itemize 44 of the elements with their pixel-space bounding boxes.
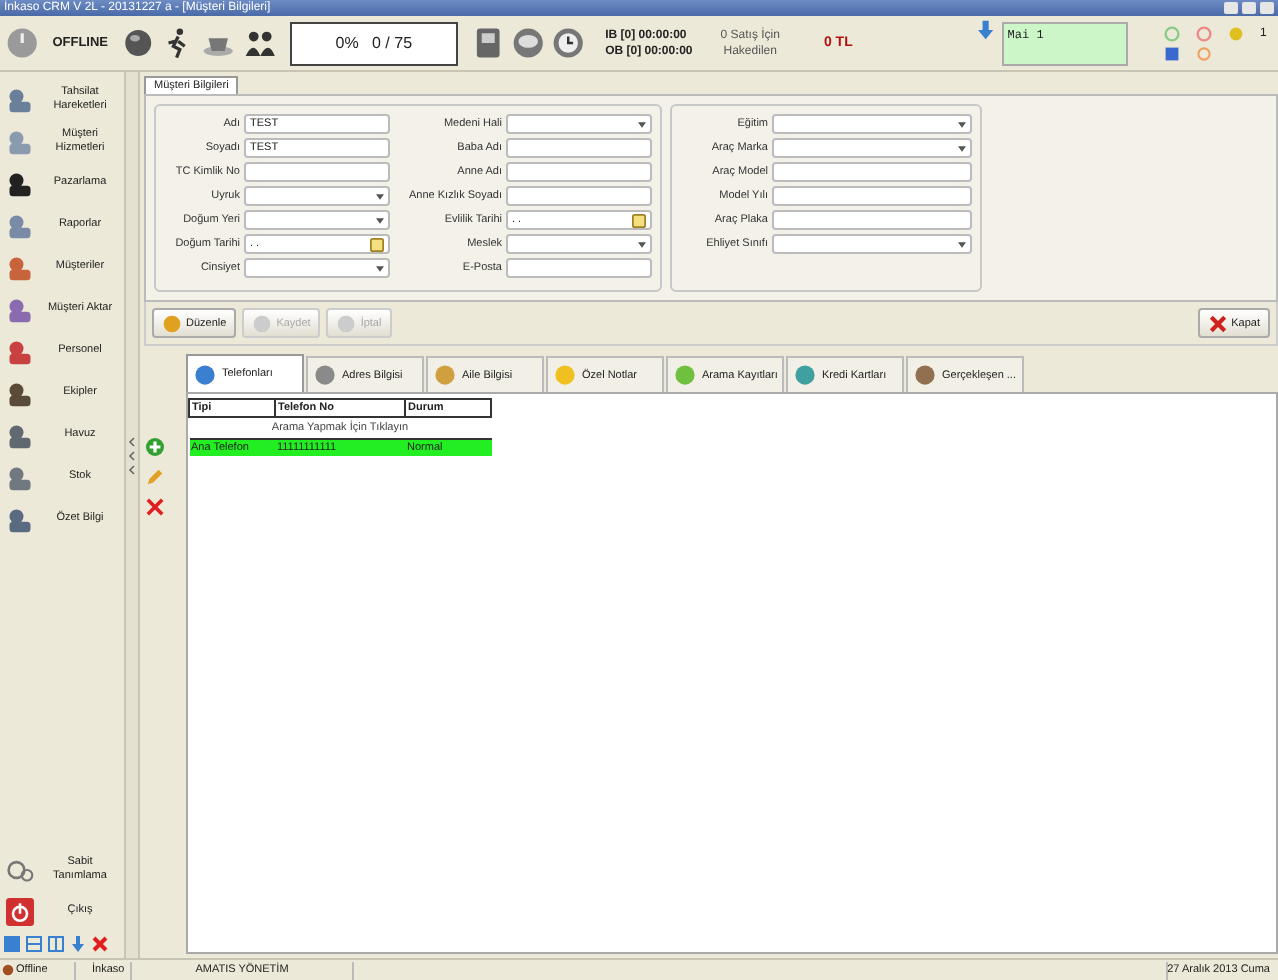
- tile-horizontal-icon[interactable]: [26, 936, 42, 952]
- dropdown-icon: [958, 145, 966, 151]
- coin-icon[interactable]: [1228, 25, 1245, 41]
- dropdown-field[interactable]: [506, 234, 652, 254]
- input-field[interactable]: [506, 162, 652, 182]
- input-field[interactable]: [244, 162, 390, 182]
- dropdown-icon: [638, 241, 646, 247]
- dropdown-field[interactable]: [772, 114, 972, 134]
- input-field[interactable]: [506, 258, 652, 278]
- dropdown-icon: [958, 121, 966, 127]
- progress-counter: 0% 0 / 75: [289, 21, 458, 65]
- input-field[interactable]: [506, 138, 652, 158]
- input-field[interactable]: [772, 162, 972, 182]
- dropdown-icon: [376, 265, 384, 271]
- dropdown-field[interactable]: [244, 186, 390, 206]
- sphere-icon[interactable]: [122, 26, 155, 60]
- dropdown-icon: [376, 193, 384, 199]
- tile-vertical-icon[interactable]: [48, 936, 64, 952]
- input-field[interactable]: [772, 210, 972, 230]
- dropdown-icon: [638, 121, 646, 127]
- dropdown-field[interactable]: [244, 258, 390, 278]
- minimize-button[interactable]: [1224, 2, 1238, 14]
- down-arrow-icon[interactable]: [70, 936, 86, 952]
- dropdown-icon: [958, 241, 966, 247]
- close-icon: [1207, 313, 1228, 333]
- dropdown-field[interactable]: [244, 210, 390, 230]
- input-field[interactable]: [506, 186, 652, 206]
- close-button[interactable]: [1260, 2, 1274, 14]
- delete-icon[interactable]: [146, 498, 164, 516]
- close-icon[interactable]: [92, 936, 108, 952]
- clock-icon[interactable]: [552, 26, 586, 60]
- dropdown-field[interactable]: [506, 114, 652, 134]
- power-icon: [6, 897, 34, 925]
- down-arrow-icon[interactable]: [978, 20, 994, 40]
- add-icon[interactable]: [146, 438, 164, 456]
- collapse-arrows-icon[interactable]: [128, 435, 136, 475]
- input-field[interactable]: [772, 186, 972, 206]
- gears-icon: [6, 855, 34, 883]
- dropdown-icon: [376, 217, 384, 223]
- dropdown-field[interactable]: [772, 138, 972, 158]
- status-icon: [2, 964, 14, 976]
- dropdown-field[interactable]: [772, 234, 972, 254]
- maximize-button[interactable]: [1242, 2, 1256, 14]
- power-icon[interactable]: [6, 26, 39, 60]
